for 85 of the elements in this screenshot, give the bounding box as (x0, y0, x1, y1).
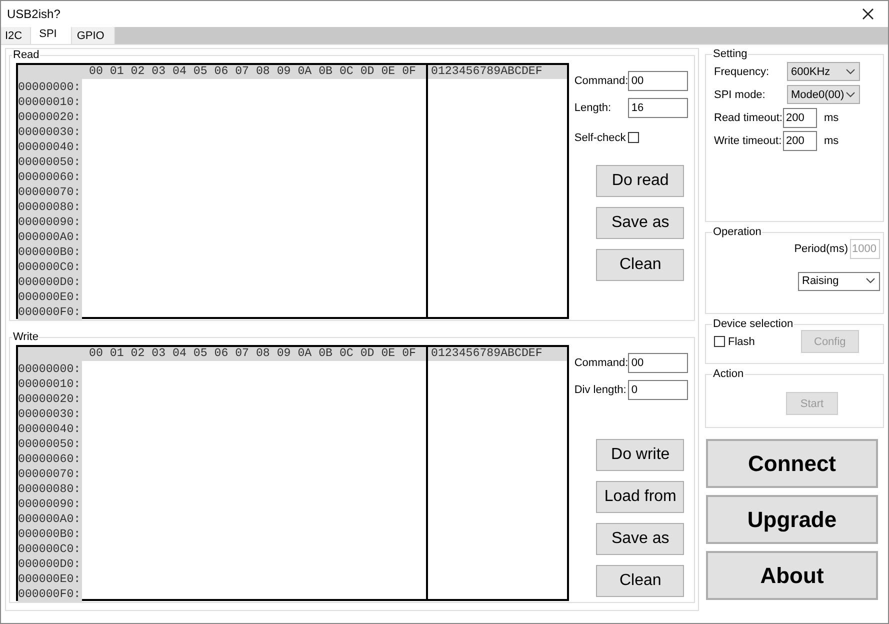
action-button[interactable]: Do read (596, 165, 684, 197)
address-label: 000000D0: (18, 558, 81, 571)
address-label: 00000020: (18, 393, 81, 406)
address-label: 00000080: (18, 483, 81, 496)
address-label: 00000070: (18, 186, 81, 199)
action-button[interactable]: Clean (596, 249, 684, 281)
field-label: Read timeout: (714, 112, 783, 124)
address-label: 000000C0: (18, 543, 81, 556)
address-label: 000000B0: (18, 246, 81, 259)
main-button[interactable]: Connect (706, 439, 878, 488)
tab[interactable]: I2C (1, 27, 32, 44)
address-label: 000000C0: (18, 261, 81, 274)
group-title: Action (712, 368, 745, 380)
address-label: 000000E0: (18, 291, 81, 304)
address-label: 000000A0: (18, 231, 81, 244)
field-label: Write timeout: (714, 134, 783, 146)
checkbox-label: Flash (728, 336, 755, 348)
hex-view[interactable] (16, 63, 570, 319)
dropdown[interactable]: 600KHz (787, 62, 860, 81)
dropdown[interactable]: Mode0(00) (787, 85, 860, 104)
field-label: Div length: (574, 384, 628, 396)
close-icon[interactable] (862, 8, 874, 20)
address-label: 00000010: (18, 96, 81, 109)
unit-label: ms (824, 134, 839, 146)
checkbox[interactable] (628, 132, 640, 143)
input-field[interactable]: 0 (628, 380, 688, 400)
field-label: SPI mode: (714, 88, 766, 100)
address-label: 00000090: (18, 498, 81, 511)
chevron-down-icon (846, 68, 855, 74)
group-title: Write (12, 331, 40, 343)
group-title: Read (12, 49, 40, 61)
address-label: 00000070: (18, 468, 81, 481)
action-button[interactable]: Clean (596, 565, 684, 597)
checkbox[interactable] (714, 336, 725, 347)
address-label: 00000010: (18, 378, 81, 391)
hex-view[interactable] (16, 345, 570, 601)
hex-header: 00 01 02 03 04 05 06 07 08 09 0A 0B 0C 0D 0E 0F (89, 347, 416, 360)
field-label: Command: (574, 74, 628, 86)
address-label: 00000040: (18, 141, 81, 154)
group-title: Setting (712, 48, 748, 60)
chevron-down-icon (866, 278, 875, 284)
action-button[interactable]: Do write (596, 439, 684, 471)
address-label: 00000060: (18, 171, 81, 184)
address-label: 000000D0: (18, 276, 81, 289)
action-button[interactable]: Save as (596, 523, 684, 555)
address-label: 000000F0: (18, 306, 81, 319)
address-label: 00000050: (18, 438, 81, 451)
unit-label: ms (824, 112, 839, 124)
address-label: 00000020: (18, 111, 81, 124)
field-label: Command: (574, 356, 628, 368)
address-label: 00000000: (18, 363, 81, 376)
window-title: USB2ish? (7, 7, 60, 21)
address-label: 00000050: (18, 156, 81, 169)
action-button[interactable]: Save as (596, 207, 684, 239)
checkbox-label: Self-check (574, 132, 627, 144)
address-label: 00000040: (18, 423, 81, 436)
group-title: Device selection (712, 318, 794, 330)
ascii-header: 0123456789ABCDEF (431, 347, 542, 360)
input-field[interactable]: 200 (783, 108, 817, 128)
dropdown[interactable]: Raising (798, 272, 880, 290)
input-field[interactable]: 200 (783, 130, 817, 150)
group-title: Operation (712, 226, 762, 238)
input-field[interactable]: 16 (628, 98, 688, 118)
chevron-down-icon (846, 92, 855, 98)
address-label: 00000030: (18, 126, 81, 139)
tab[interactable]: GPIO (72, 27, 116, 44)
action-button[interactable]: Load from (596, 481, 684, 513)
field-label: Frequency: (714, 66, 770, 78)
input-field[interactable]: 00 (628, 70, 688, 90)
address-label: 00000030: (18, 408, 81, 421)
address-label: 000000A0: (18, 513, 81, 526)
field-label: Period(ms) (794, 243, 848, 255)
main-button[interactable]: About (706, 551, 878, 600)
address-label: 000000E0: (18, 573, 81, 586)
address-label: 00000060: (18, 453, 81, 466)
hex-header: 00 01 02 03 04 05 06 07 08 09 0A 0B 0C 0D 0E 0F (89, 65, 416, 78)
address-label: 00000090: (18, 216, 81, 229)
ascii-header: 0123456789ABCDEF (431, 65, 542, 78)
field-label: Length: (574, 102, 612, 114)
address-label: 000000B0: (18, 528, 81, 541)
main-button[interactable]: Upgrade (706, 495, 878, 544)
address-label: 00000000: (18, 81, 81, 94)
input-field[interactable]: 00 (628, 352, 688, 372)
address-label: 000000F0: (18, 588, 81, 601)
address-label: 00000080: (18, 201, 81, 214)
